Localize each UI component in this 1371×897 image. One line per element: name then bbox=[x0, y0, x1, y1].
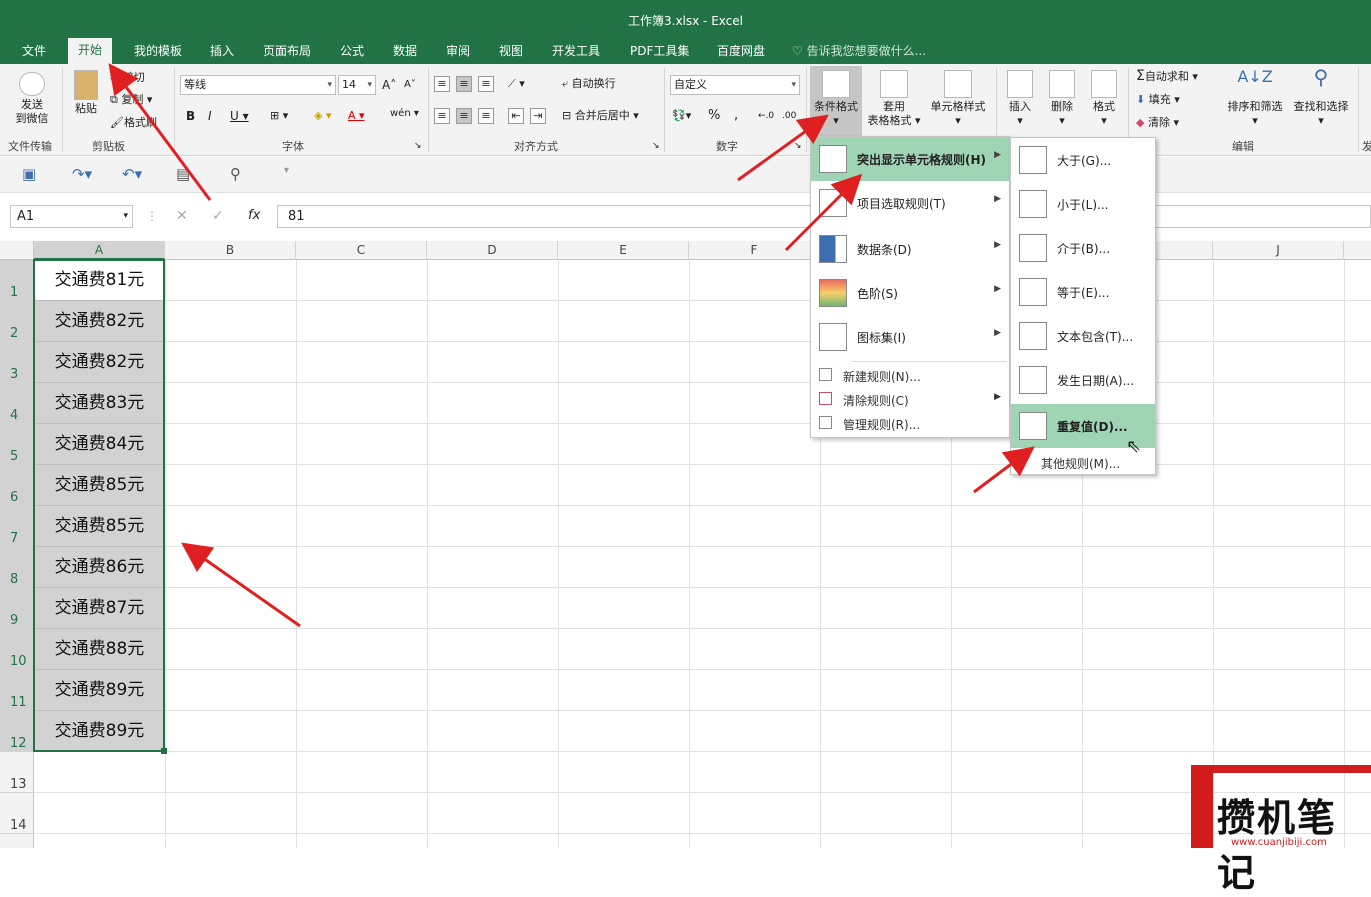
watermark-logo: 攒机笔记 www.cuanjibiji.com bbox=[1191, 765, 1371, 895]
logo-bracket bbox=[1191, 773, 1213, 848]
arrow-to-duplicate-values bbox=[973, 446, 1035, 494]
arrow-to-conditional-format bbox=[737, 114, 829, 182]
arrow-to-selected-cells bbox=[181, 542, 301, 628]
arrow-to-home-tab bbox=[108, 63, 212, 201]
annotation-arrows bbox=[108, 63, 1035, 628]
logo-bar bbox=[1191, 765, 1371, 773]
arrow-to-highlight-rules bbox=[784, 173, 863, 252]
watermark-url: www.cuanjibiji.com bbox=[1231, 837, 1327, 848]
